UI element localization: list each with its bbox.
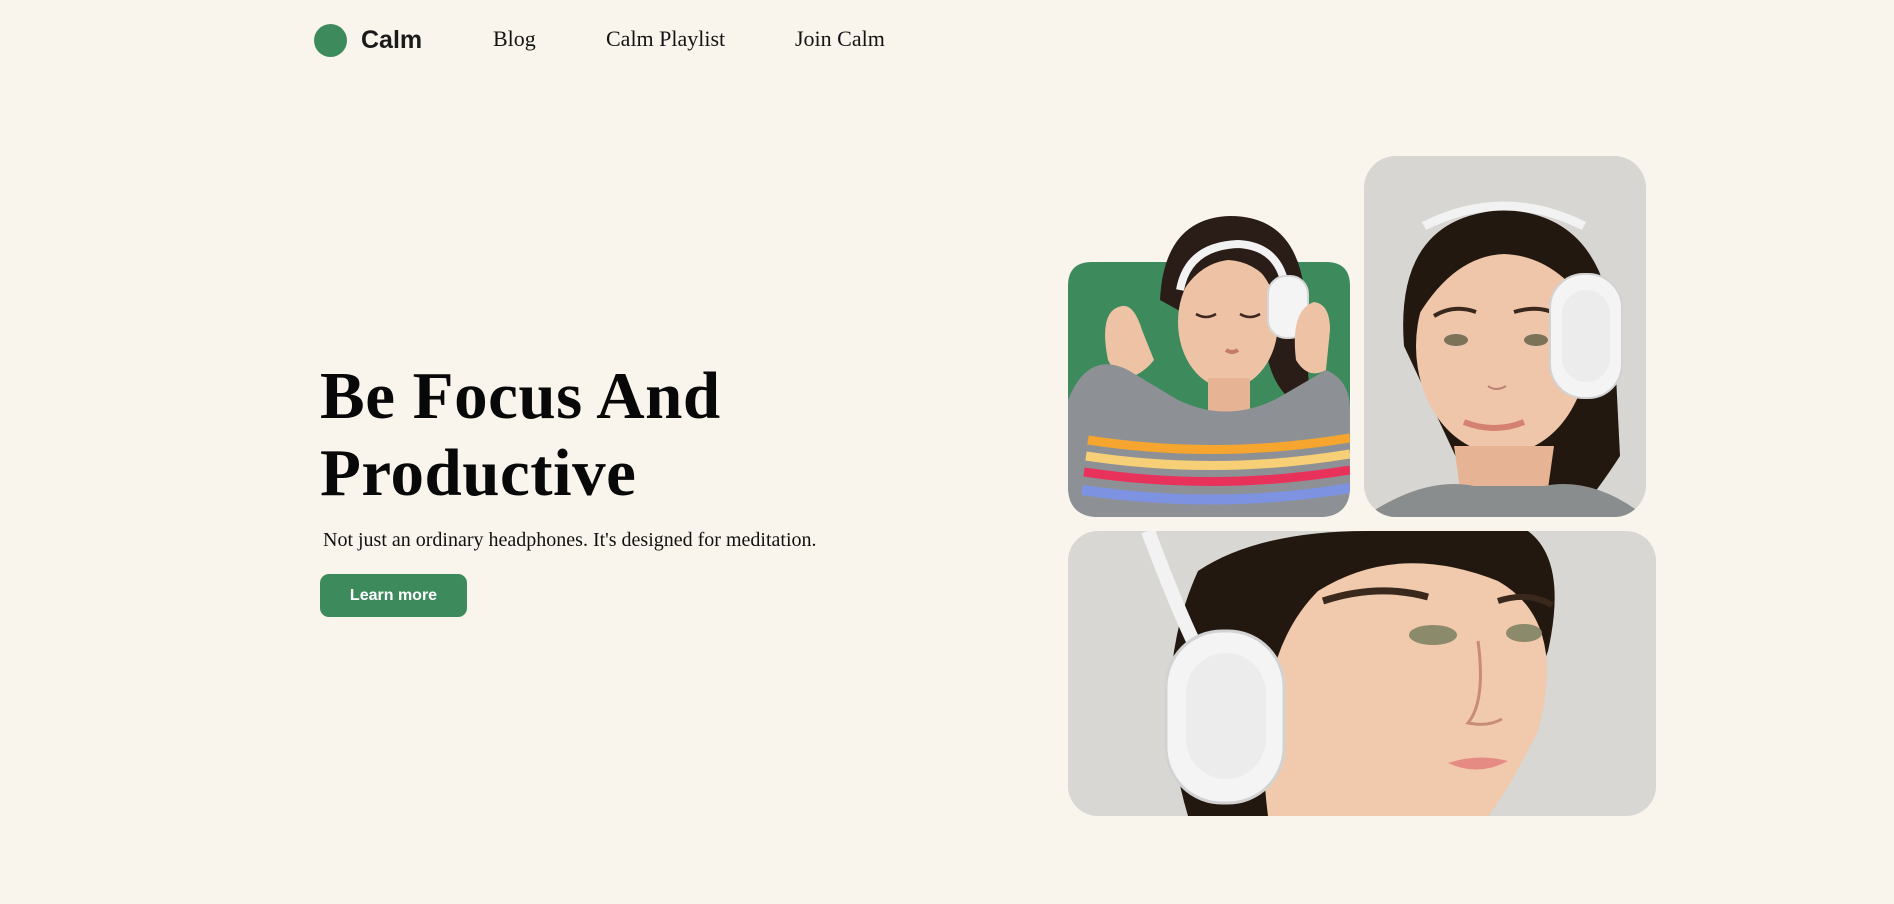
learn-more-button[interactable]: Learn more [320,574,467,617]
top-nav: Calm Blog Calm Playlist Join Calm [0,0,1894,80]
gallery-image-portrait [1364,156,1646,517]
logo-icon[interactable] [314,24,347,57]
hero-subtitle: Not just an ordinary headphones. It's de… [323,529,817,551]
nav-link-calm-playlist[interactable]: Calm Playlist [606,24,725,54]
gallery-image-green [1068,210,1350,517]
brand-name[interactable]: Calm [361,24,422,57]
nav-link-blog[interactable]: Blog [493,24,536,54]
gallery-image-closeup [1068,531,1656,816]
nav-link-join-calm[interactable]: Join Calm [795,24,885,54]
hero-title: Be Focus And Productive [320,359,721,510]
